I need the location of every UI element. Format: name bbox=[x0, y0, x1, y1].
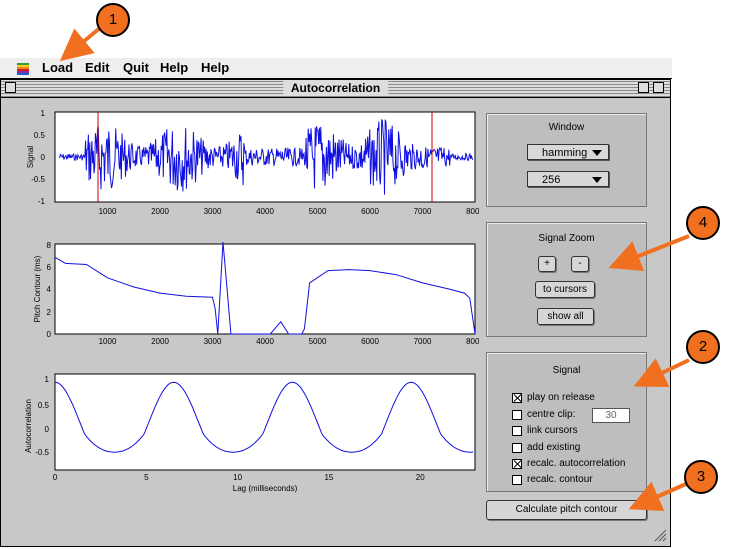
callout-arrow-1 bbox=[59, 26, 102, 62]
callout-1: 1 bbox=[96, 3, 130, 37]
callout-arrow-2 bbox=[633, 358, 690, 388]
callout-4: 4 bbox=[686, 206, 720, 240]
callout-arrow-4 bbox=[608, 234, 690, 272]
callout-overlay bbox=[59, 26, 690, 511]
callout-arrow-3 bbox=[628, 481, 687, 511]
callout-2: 2 bbox=[686, 330, 720, 364]
callout-3: 3 bbox=[684, 460, 718, 494]
